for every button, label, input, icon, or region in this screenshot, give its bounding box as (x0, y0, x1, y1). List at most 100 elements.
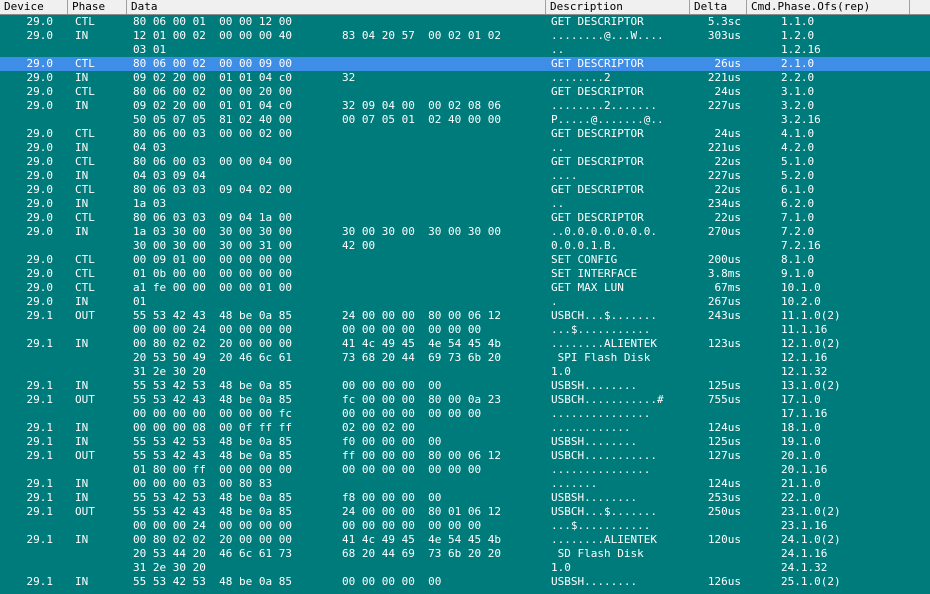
description-cell: GET DESCRIPTOR (551, 85, 644, 98)
delta-cell: 221us (707, 141, 741, 154)
table-row[interactable]: 29.1 OUT 55 53 42 43 48 be 0a 85 fc 00 00 0… (0, 393, 930, 407)
table-row[interactable]: 29.1 IN 55 53 42 53 48 be 0a 85 00 00 00 00… (0, 575, 930, 589)
phase-cell: CTL (75, 85, 95, 98)
table-row[interactable]: 01 80 00 ff 00 00 00 00 00 00 00 00 00 00… (0, 463, 930, 477)
data-hex-cell-2 (342, 267, 546, 281)
delta-cell: 22us (714, 211, 742, 224)
data-hex-cell-2: f8 00 00 00 00 (342, 491, 442, 504)
data-hex-cell-2 (342, 85, 546, 99)
phase-cell: CTL (75, 127, 95, 140)
column-header-phase[interactable]: Phase (68, 0, 127, 14)
data-hex-cell-2: ff 00 00 00 80 00 06 12 (342, 449, 501, 462)
table-row[interactable]: 29.0 CTL 80 06 00 01 00 00 12 00 GET DESCRI… (0, 15, 930, 29)
device-cell: 29.1 (26, 379, 54, 392)
column-header-delta[interactable]: Delta (690, 0, 747, 14)
table-row[interactable]: 30 00 30 00 30 00 31 00 42 00 0.0.0.1.B. 7.… (0, 239, 930, 253)
table-row[interactable]: 29.1 OUT 55 53 42 43 48 be 0a 85 ff 00 00 0… (0, 449, 930, 463)
phase-cell: CTL (75, 211, 95, 224)
phase-cell: OUT (75, 449, 95, 462)
description-cell: SET CONFIG (551, 253, 618, 266)
table-row[interactable]: 29.0 CTL 80 06 00 02 00 00 20 00 GET DESCRI… (0, 85, 930, 99)
table-row[interactable]: 29.0 IN 1a 03.. 234us 6.2.0 (0, 197, 930, 211)
table-row[interactable]: 29.1 OUT 55 53 42 43 48 be 0a 85 24 00 00 0… (0, 505, 930, 519)
table-row-selected[interactable]: 29.0 CTL 80 06 00 02 00 00 09 00 GET DESCRI… (0, 57, 930, 71)
data-hex-cell: 31 2e 30 20 (133, 365, 206, 378)
column-header-cmd-phase-ofs[interactable]: Cmd.Phase.Ofs(rep) (747, 0, 910, 14)
device-cell: 29.0 (26, 141, 54, 154)
delta-cell: 227us (707, 169, 741, 182)
phase-cell: IN (75, 337, 89, 350)
phase-cell: CTL (75, 57, 95, 70)
phase-cell: OUT (75, 309, 95, 322)
column-header-description[interactable]: Description (546, 0, 690, 14)
cmd-phase-ofs-cell: 3.1.0 (781, 85, 815, 98)
column-header-device[interactable]: Device (0, 0, 68, 14)
table-row[interactable]: 29.0 CTL a1 fe 00 00 00 00 01 00 GET MAX LU… (0, 281, 930, 295)
data-hex-cell-2: 83 04 20 57 00 02 01 02 (342, 29, 501, 42)
delta-cell: 24us (714, 127, 742, 140)
phase-cell: IN (75, 421, 89, 434)
table-row[interactable]: 50 05 07 05 81 02 40 00 00 07 05 01 02 40… (0, 113, 930, 127)
table-row[interactable]: 20 53 50 49 20 46 6c 61 73 68 20 44 69 73… (0, 351, 930, 365)
description-cell: USBCH........... (551, 449, 657, 462)
phase-cell (75, 43, 127, 57)
description-cell: 1.0 (551, 365, 571, 378)
table-row[interactable]: 29.1 OUT 55 53 42 43 48 be 0a 85 24 00 00 0… (0, 309, 930, 323)
data-hex-cell-2: fc 00 00 00 80 00 0a 23 (342, 393, 501, 406)
table-row[interactable]: 00 00 00 24 00 00 00 00 00 00 00 00 00 00… (0, 519, 930, 533)
table-row[interactable]: 29.0 IN 01. 267us 10.2.0 (0, 295, 930, 309)
phase-cell: CTL (75, 15, 95, 28)
table-row[interactable]: 29.1 IN 00 00 00 03 00 80 83....... 124us 21… (0, 477, 930, 491)
table-row[interactable]: 29.1 IN 55 53 42 53 48 be 0a 85 00 00 00 00… (0, 379, 930, 393)
phase-cell: IN (75, 197, 89, 210)
column-header-data[interactable]: Data (127, 0, 546, 14)
table-row[interactable]: 00 00 00 24 00 00 00 00 00 00 00 00 00 00… (0, 323, 930, 337)
table-row[interactable]: 29.0 IN 1a 03 30 00 30 00 30 00 30 00 30 00… (0, 225, 930, 239)
table-row[interactable]: 29.0 CTL 01 0b 00 00 00 00 00 00 SET INTERF… (0, 267, 930, 281)
description-cell: ............... (551, 407, 651, 420)
table-row[interactable]: 31 2e 30 20 1.0 12.1.32 (0, 365, 930, 379)
device-cell (0, 113, 70, 127)
table-row[interactable]: 29.0 IN 09 02 20 00 01 01 04 c0 32 ........2… (0, 71, 930, 85)
table-row[interactable]: 29.1 IN 00 80 02 02 20 00 00 00 41 4c 49 45… (0, 337, 930, 351)
column-header-bar: Device Phase Data Description Delta Cmd.… (0, 0, 930, 15)
phase-cell: IN (75, 99, 89, 112)
table-row[interactable]: 29.1 IN 00 80 02 02 20 00 00 00 41 4c 49 45… (0, 533, 930, 547)
device-cell: 29.0 (26, 85, 54, 98)
description-cell: USBSH........ (551, 435, 638, 448)
description-cell: ........ALIENTEK (551, 337, 657, 350)
table-row[interactable]: 29.1 IN 55 53 42 53 48 be 0a 85 f0 00 00 00… (0, 435, 930, 449)
table-row[interactable]: 29.0 IN 04 03 09 04.... 227us 5.2.0 (0, 169, 930, 183)
table-row[interactable]: 29.0 IN 09 02 20 00 01 01 04 c0 32 09 04 00… (0, 99, 930, 113)
delta-cell: 127us (707, 449, 741, 462)
table-row[interactable]: 03 01.. 1.2.16 (0, 43, 930, 57)
table-row[interactable]: 00 00 00 00 00 00 00 fc 00 00 00 00 00 00… (0, 407, 930, 421)
cmd-phase-ofs-cell: 7.1.0 (781, 211, 815, 224)
description-cell: .... (551, 169, 578, 182)
data-hex-cell: 01 80 00 ff 00 00 00 00 (133, 463, 292, 476)
data-hex-cell-2: 41 4c 49 45 4e 54 45 4b (342, 533, 501, 546)
trace-rows: 29.0 CTL 80 06 00 01 00 00 12 00 GET DESCRI… (0, 15, 930, 589)
table-row[interactable]: 31 2e 30 20 1.0 24.1.32 (0, 561, 930, 575)
table-row[interactable]: 20 53 44 20 46 6c 61 73 68 20 44 69 73 6b… (0, 547, 930, 561)
table-row[interactable]: 29.0 IN 12 01 00 02 00 00 00 40 83 04 20 57… (0, 29, 930, 43)
table-row[interactable]: 29.0 CTL 80 06 03 03 09 04 02 00 GET DESCRI… (0, 183, 930, 197)
description-cell: GET DESCRIPTOR (551, 183, 644, 196)
table-row[interactable]: 29.1 IN 55 53 42 53 48 be 0a 85 f8 00 00 00… (0, 491, 930, 505)
data-hex-cell: 04 03 (133, 141, 167, 154)
description-cell: SPI Flash Disk (551, 351, 651, 364)
table-row[interactable]: 29.0 CTL 00 09 01 00 00 00 00 00 SET CONFIG… (0, 253, 930, 267)
data-hex-cell-2: 00 00 00 00 00 00 00 (342, 519, 482, 532)
table-row[interactable]: 29.0 CTL 80 06 00 03 00 00 02 00 GET DESCRI… (0, 127, 930, 141)
delta-cell: 67ms (714, 281, 742, 294)
delta-cell: 303us (707, 29, 741, 42)
table-row[interactable]: 29.0 CTL 80 06 00 03 00 00 04 00 GET DESCRI… (0, 155, 930, 169)
table-row[interactable]: 29.0 CTL 80 06 03 03 09 04 1a 00 GET DESCRI… (0, 211, 930, 225)
description-cell: ........@...W.... (551, 29, 664, 42)
phase-cell: IN (75, 533, 89, 546)
phase-cell: IN (75, 379, 89, 392)
table-row[interactable]: 29.0 IN 04 03.. 221us 4.2.0 (0, 141, 930, 155)
table-row[interactable]: 29.1 IN 00 00 00 08 00 0f ff ff 02 00 02 00… (0, 421, 930, 435)
data-hex-cell: 80 06 03 03 09 04 1a 00 (133, 211, 292, 224)
data-hex-cell-2 (342, 127, 546, 141)
